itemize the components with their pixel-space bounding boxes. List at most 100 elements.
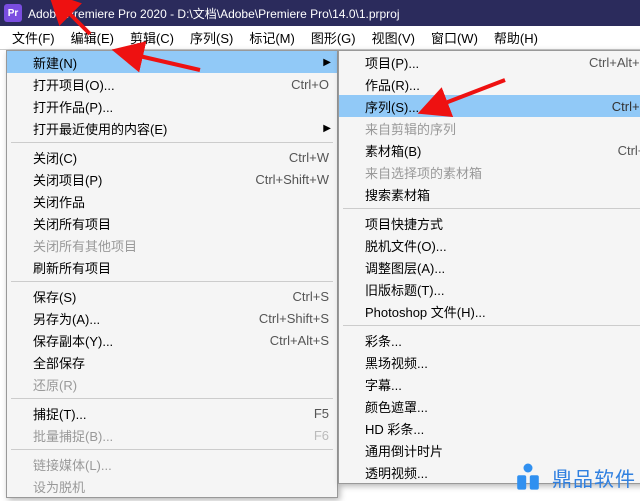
menu-entry[interactable]: 搜索素材箱 xyxy=(339,183,640,205)
file-menu-dropdown: 新建(N)▶打开项目(O)...Ctrl+O打开作品(P)...打开最近使用的内… xyxy=(6,50,338,498)
menu-entry: 来自剪辑的序列 xyxy=(339,117,640,139)
menu-entry-shortcut: Ctrl+S xyxy=(293,289,329,304)
menu-entry-label: 项目快捷方式 xyxy=(365,214,640,233)
menu-entry-shortcut: F6 xyxy=(314,428,329,443)
menu-entry[interactable]: 旧版标题(T)... xyxy=(339,278,640,300)
menu-entry[interactable]: 素材箱(B) Ctrl+/ xyxy=(339,139,640,161)
menu-entry-label: 序列(S)... xyxy=(365,97,600,116)
menu-entry-shortcut: Ctrl+Shift+S xyxy=(259,311,329,326)
menu-separator xyxy=(343,325,640,326)
menu-entry[interactable]: 调整图层(A)... xyxy=(339,256,640,278)
menu-entry[interactable]: 通用倒计时片 xyxy=(339,439,640,461)
menu-entry[interactable]: 捕捉(T)... F5 xyxy=(7,402,337,424)
menu-entry[interactable]: 作品(R)... xyxy=(339,73,640,95)
menu-entry-label: 还原(R) xyxy=(33,375,329,394)
menu-entry-label: 保存(S) xyxy=(33,287,281,306)
menu-item[interactable]: 帮助(H) xyxy=(486,26,546,49)
menu-entry[interactable]: 项目快捷方式 xyxy=(339,212,640,234)
menu-entry-label: 素材箱(B) xyxy=(365,141,606,160)
menu-entry-label: 彩条... xyxy=(365,331,640,350)
menu-entry[interactable]: 关闭(C)Ctrl+W xyxy=(7,146,337,168)
menu-entry[interactable]: 另存为(A)... Ctrl+Shift+S xyxy=(7,307,337,329)
menu-entry-label: 来自剪辑的序列 xyxy=(365,119,640,138)
new-submenu-dropdown: 项目(P)... Ctrl+Alt+N 作品(R)...序列(S)...Ctrl+N… xyxy=(338,50,640,484)
menu-item[interactable]: 视图(V) xyxy=(364,26,423,49)
menu-entry-shortcut: Ctrl+W xyxy=(289,150,329,165)
menu-entry[interactable]: 刷新所有项目 xyxy=(7,256,337,278)
menu-entry[interactable]: 关闭作品 xyxy=(7,190,337,212)
menu-entry[interactable]: 打开项目(O)... Ctrl+O xyxy=(7,73,337,95)
menu-entry: 链接媒体(L)... xyxy=(7,453,337,475)
watermark-logo-icon xyxy=(510,459,546,495)
menu-entry-shortcut: Ctrl+/ xyxy=(618,143,640,158)
menu-entry[interactable]: 序列(S)...Ctrl+N xyxy=(339,95,640,117)
menu-entry-label: 颜色遮罩... xyxy=(365,397,640,416)
menu-entry-label: 另存为(A)... xyxy=(33,309,247,328)
menu-entry[interactable]: 打开作品(P)... xyxy=(7,95,337,117)
menu-entry-shortcut: Ctrl+Shift+W xyxy=(255,172,329,187)
menu-item[interactable]: 文件(F) xyxy=(4,26,63,49)
menu-entry[interactable]: 关闭所有项目 xyxy=(7,212,337,234)
submenu-arrow-icon: ▶ xyxy=(323,123,331,134)
menu-entry-label: 项目(P)... xyxy=(365,53,577,72)
menu-entry[interactable]: 黑场视频... xyxy=(339,351,640,373)
menu-entry-label: 保存副本(Y)... xyxy=(33,331,258,350)
app-icon: Pr xyxy=(4,4,22,22)
menu-entry[interactable]: 字幕... xyxy=(339,373,640,395)
menu-entry: 来自选择项的素材箱 xyxy=(339,161,640,183)
menu-entry-label: 打开最近使用的内容(E) xyxy=(33,119,329,138)
submenu-arrow-icon: ▶ xyxy=(323,57,331,68)
menu-entry[interactable]: 脱机文件(O)... xyxy=(339,234,640,256)
menu-separator xyxy=(11,398,333,399)
menu-separator xyxy=(11,142,333,143)
menu-entry[interactable]: 彩条... xyxy=(339,329,640,351)
menu-entry[interactable]: 关闭项目(P) Ctrl+Shift+W xyxy=(7,168,337,190)
watermark: 鼎品软件 xyxy=(510,459,636,495)
watermark-text: 鼎品软件 xyxy=(552,463,636,492)
menu-item[interactable]: 图形(G) xyxy=(303,26,364,49)
menu-item[interactable]: 序列(S) xyxy=(182,26,241,49)
menu-entry[interactable]: 保存(S) Ctrl+S xyxy=(7,285,337,307)
menu-entry-shortcut: Ctrl+O xyxy=(291,77,329,92)
menu-entry-label: 新建(N) xyxy=(33,53,329,72)
menu-entry: 批量捕捉(B)... F6 xyxy=(7,424,337,446)
menu-entry-label: 作品(R)... xyxy=(365,75,640,94)
menu-entry-label: 批量捕捉(B)... xyxy=(33,426,302,445)
menu-entry-label: 旧版标题(T)... xyxy=(365,280,640,299)
menu-item[interactable]: 标记(M) xyxy=(241,26,303,49)
menu-entry-shortcut: Ctrl+Alt+S xyxy=(270,333,329,348)
menu-entry-label: 全部保存 xyxy=(33,353,329,372)
menu-entry-shortcut: F5 xyxy=(314,406,329,421)
menu-entry-label: 关闭项目(P) xyxy=(33,170,243,189)
menu-entry: 关闭所有其他项目 xyxy=(7,234,337,256)
menu-entry-label: 搜索素材箱 xyxy=(365,185,640,204)
menu-entry-label: 刷新所有项目 xyxy=(33,258,329,277)
menu-entry: 设为脱机 xyxy=(7,475,337,497)
menu-entry-label: 通用倒计时片 xyxy=(365,441,640,460)
menu-entry[interactable]: 项目(P)... Ctrl+Alt+N xyxy=(339,51,640,73)
menu-entry[interactable]: HD 彩条... xyxy=(339,417,640,439)
menu-separator xyxy=(11,281,333,282)
menu-entry-label: 打开项目(O)... xyxy=(33,75,279,94)
window-title: Adobe Premiere Pro 2020 - D:\文档\Adobe\Pr… xyxy=(28,5,400,22)
menu-entry-label: Photoshop 文件(H)... xyxy=(365,302,640,321)
menu-entry-label: 字幕... xyxy=(365,375,640,394)
menu-item[interactable]: 窗口(W) xyxy=(423,26,486,49)
menu-entry-label: 链接媒体(L)... xyxy=(33,455,329,474)
menu-entry: 还原(R) xyxy=(7,373,337,395)
menu-entry-label: 黑场视频... xyxy=(365,353,640,372)
menu-entry[interactable]: 新建(N)▶ xyxy=(7,51,337,73)
menu-entry-label: 捕捉(T)... xyxy=(33,404,302,423)
menu-entry[interactable]: 保存副本(Y)... Ctrl+Alt+S xyxy=(7,329,337,351)
menu-entry[interactable]: Photoshop 文件(H)... xyxy=(339,300,640,322)
menu-entry[interactable]: 颜色遮罩... xyxy=(339,395,640,417)
menu-entry-shortcut: Ctrl+Alt+N xyxy=(589,55,640,70)
menu-entry[interactable]: 全部保存 xyxy=(7,351,337,373)
menu-separator xyxy=(343,208,640,209)
menubar: 文件(F)编辑(E)剪辑(C)序列(S)标记(M)图形(G)视图(V)窗口(W)… xyxy=(0,26,640,50)
menu-item[interactable]: 编辑(E) xyxy=(63,26,122,49)
menu-entry-label: 打开作品(P)... xyxy=(33,97,329,116)
menu-item[interactable]: 剪辑(C) xyxy=(122,26,182,49)
menu-entry-label: 来自选择项的素材箱 xyxy=(365,163,640,182)
menu-entry[interactable]: 打开最近使用的内容(E)▶ xyxy=(7,117,337,139)
